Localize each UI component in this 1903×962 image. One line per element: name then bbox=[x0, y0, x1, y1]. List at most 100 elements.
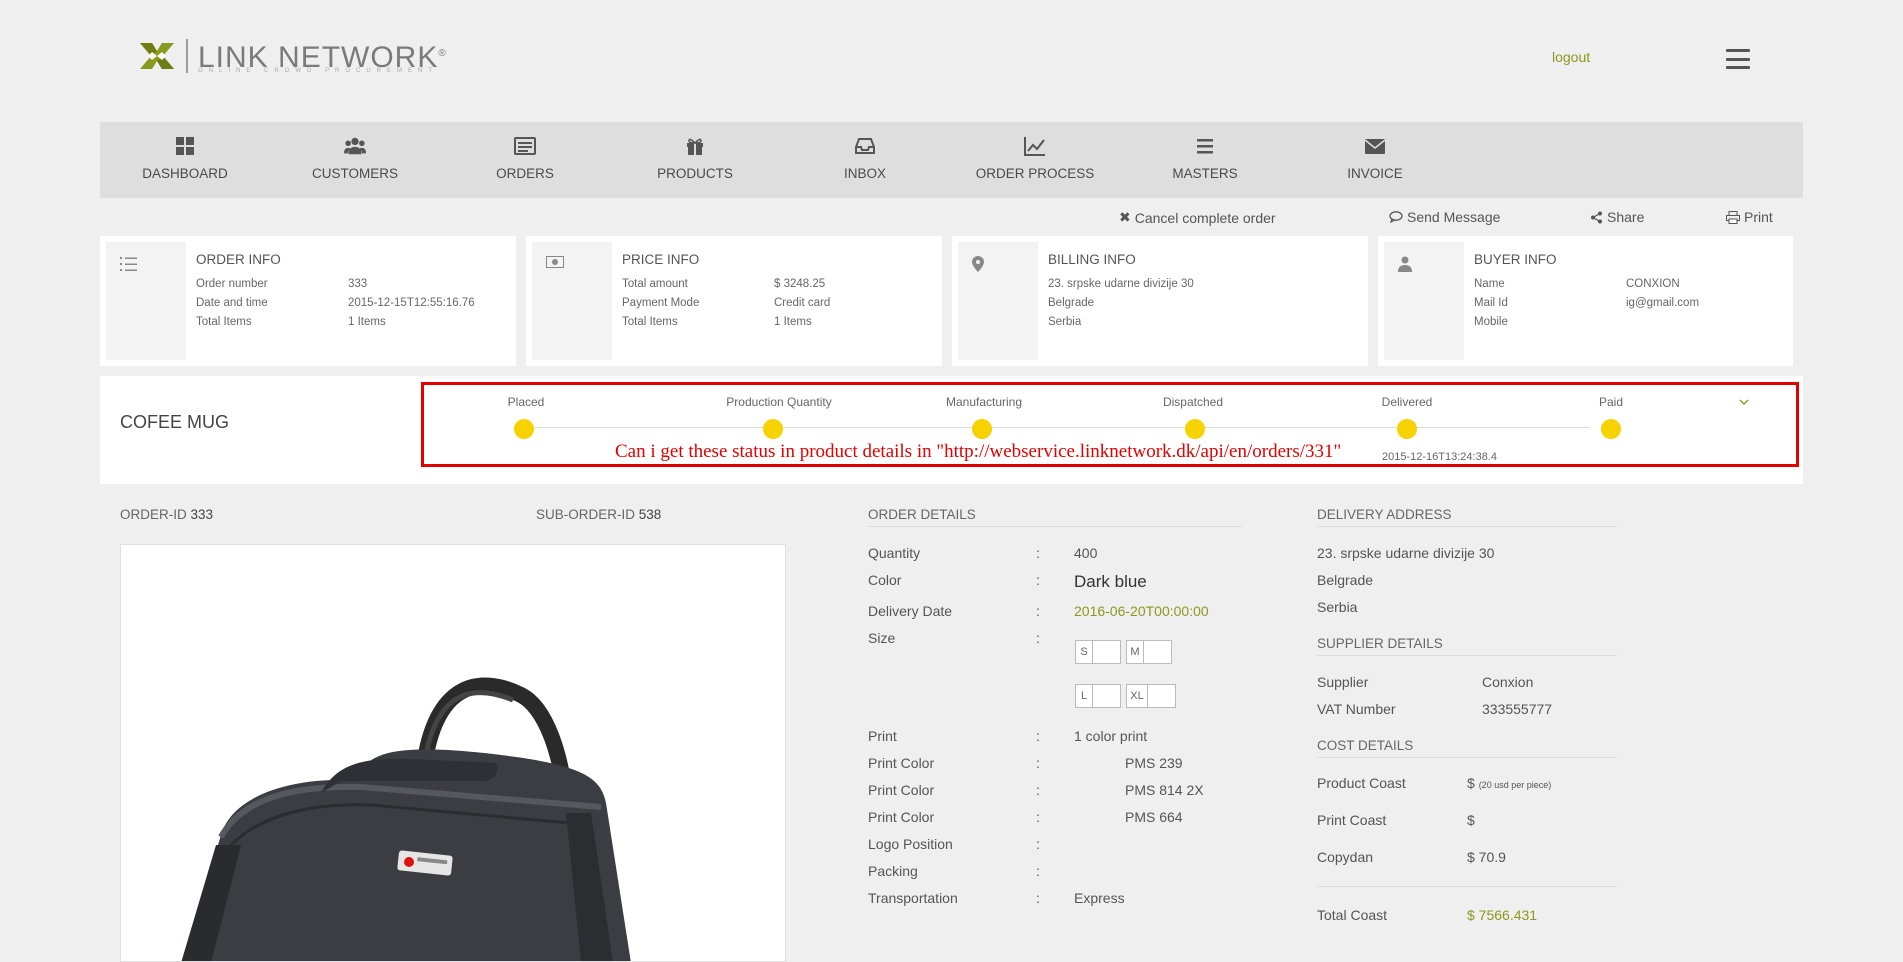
buyer-mail: ig@gmail.com bbox=[1626, 297, 1700, 309]
billing-address-line: Belgrade bbox=[1048, 297, 1095, 309]
status-dot-production-quantity[interactable] bbox=[763, 419, 783, 439]
nav-orders[interactable]: ORDERS bbox=[455, 122, 595, 198]
map-marker-icon bbox=[972, 256, 984, 272]
size-m-field[interactable]: M bbox=[1126, 640, 1172, 664]
order-datetime: 2015-12-15T12:55:16.76 bbox=[348, 297, 475, 309]
send-message-button[interactable]: Send Message bbox=[1389, 209, 1500, 225]
order-details-title: ORDER DETAILS bbox=[868, 507, 1242, 527]
share-icon bbox=[1591, 211, 1602, 223]
nav-inbox[interactable]: INBOX bbox=[795, 122, 935, 198]
card-icon-box bbox=[106, 242, 186, 360]
money-icon bbox=[546, 256, 564, 268]
supplier-details-title: SUPPLIER DETAILS bbox=[1317, 636, 1617, 656]
order-total-items: 1 Items bbox=[348, 316, 386, 328]
nav-products[interactable]: PRODUCTS bbox=[625, 122, 765, 198]
product-image bbox=[120, 544, 786, 962]
nav-dashboard[interactable]: DASHBOARD bbox=[115, 122, 255, 198]
print-label: Print bbox=[868, 728, 897, 744]
status-label-delivered: Delivered bbox=[1381, 395, 1433, 409]
color-label: Color bbox=[868, 572, 902, 588]
chart-line-icon bbox=[1024, 137, 1045, 156]
sub-order-id: SUB-ORDER-ID 538 bbox=[536, 507, 662, 522]
product-cost-value: $ (20 usd per piece) bbox=[1467, 775, 1552, 791]
share-button[interactable]: Share bbox=[1590, 209, 1644, 225]
buyer-name: CONXION bbox=[1626, 278, 1680, 290]
vat-value: 333555777 bbox=[1482, 701, 1553, 717]
status-dot-paid[interactable] bbox=[1601, 419, 1621, 439]
cost-divider bbox=[1317, 886, 1617, 887]
chevron-down-icon[interactable] bbox=[1739, 395, 1749, 409]
gift-icon bbox=[687, 138, 703, 155]
print-button[interactable]: Print bbox=[1726, 209, 1773, 225]
quantity-value: 400 bbox=[1074, 545, 1098, 561]
print-color-label: Print Color bbox=[868, 755, 935, 771]
print-color-label: Print Color bbox=[868, 782, 935, 798]
nav-label: ORDER PROCESS bbox=[975, 166, 1095, 181]
logo[interactable]: LINK NETWORK® ONLINE CROWD PROCUREMENT bbox=[138, 38, 447, 74]
card-icon-box bbox=[532, 242, 612, 360]
card-icon-box bbox=[1384, 242, 1464, 360]
hamburger-menu-icon[interactable] bbox=[1726, 49, 1750, 69]
card-title: BILLING INFO bbox=[1048, 252, 1136, 267]
logout-link[interactable]: logout bbox=[1552, 49, 1590, 65]
delivery-date-label: Delivery Date bbox=[868, 603, 953, 619]
nav-invoice[interactable]: INVOICE bbox=[1305, 122, 1445, 198]
nav-label: DASHBOARD bbox=[142, 166, 228, 181]
status-dot-delivered[interactable] bbox=[1397, 419, 1417, 439]
status-label-production-quantity: Production Quantity bbox=[726, 395, 832, 409]
status-dot-dispatched[interactable] bbox=[1185, 419, 1205, 439]
card-label: Mobile bbox=[1474, 316, 1508, 328]
product-title: COFEE MUG bbox=[120, 412, 230, 432]
status-label-manufacturing: Manufacturing bbox=[945, 395, 1023, 409]
annotation-text: Can i get these status in product detail… bbox=[615, 441, 1342, 462]
cancel-order-button[interactable]: ✖ Cancel complete order bbox=[1119, 209, 1276, 226]
orders-icon bbox=[514, 137, 536, 155]
colon: : bbox=[1036, 782, 1040, 798]
order-number: 333 bbox=[348, 278, 368, 290]
card-icon-box bbox=[958, 242, 1038, 360]
card-title: BUYER INFO bbox=[1474, 252, 1557, 267]
product-cost-label: Product Coast bbox=[1317, 775, 1406, 791]
card-title: PRICE INFO bbox=[622, 252, 700, 267]
nav-label: PRODUCTS bbox=[657, 166, 733, 181]
color-value: Dark blue bbox=[1074, 572, 1147, 591]
nav-label: CUSTOMERS bbox=[311, 166, 398, 181]
delivery-date-value: 2016-06-20T00:00:00 bbox=[1074, 603, 1209, 619]
envelope-icon bbox=[1364, 139, 1386, 154]
status-dot-manufacturing[interactable] bbox=[972, 419, 992, 439]
total-cost-value: $ 7566.431 bbox=[1467, 907, 1538, 923]
nav-order-process[interactable]: ORDER PROCESS bbox=[965, 122, 1105, 198]
colon: : bbox=[1036, 630, 1040, 646]
status-dot-placed[interactable] bbox=[514, 419, 534, 439]
nav-label: ORDERS bbox=[496, 166, 554, 181]
nav-masters[interactable]: MASTERS bbox=[1135, 122, 1275, 198]
print-icon bbox=[1726, 210, 1740, 224]
nav-label: INVOICE bbox=[1347, 166, 1403, 181]
delivery-address-line: 23. srpske udarne divizije 30 bbox=[1317, 545, 1495, 561]
colon: : bbox=[1036, 603, 1040, 619]
print-cost-label: Print Coast bbox=[1317, 812, 1387, 828]
print-color-value: PMS 664 bbox=[1125, 809, 1183, 825]
status-label-placed: Placed bbox=[507, 395, 545, 409]
card-label: Name bbox=[1474, 278, 1505, 290]
main-nav: DASHBOARD CUSTOMERS ORDERS PRODUCTS INBO… bbox=[100, 122, 1803, 198]
logo-mark-icon bbox=[138, 40, 176, 72]
size-s-field[interactable]: S bbox=[1075, 640, 1121, 664]
close-icon: ✖ bbox=[1119, 209, 1131, 225]
transportation-label: Transportation bbox=[868, 890, 958, 906]
size-label: Size bbox=[868, 630, 896, 646]
price-total-items: 1 Items bbox=[774, 316, 812, 328]
billing-info-card: BILLING INFO 23. srpske udarne divizije … bbox=[952, 236, 1368, 366]
logo-position-label: Logo Position bbox=[868, 836, 953, 852]
transportation-value: Express bbox=[1074, 890, 1125, 906]
card-label: Total amount bbox=[622, 278, 688, 290]
nav-customers[interactable]: CUSTOMERS bbox=[285, 122, 425, 198]
colon: : bbox=[1036, 836, 1040, 852]
size-l-field[interactable]: L bbox=[1075, 684, 1121, 708]
inbox-icon bbox=[855, 138, 875, 154]
print-value: 1 color print bbox=[1074, 728, 1148, 744]
dashboard-icon bbox=[176, 137, 194, 155]
comment-icon bbox=[1389, 211, 1403, 223]
order-id: ORDER-ID 333 bbox=[120, 507, 214, 522]
size-xl-field[interactable]: XL bbox=[1126, 684, 1176, 708]
